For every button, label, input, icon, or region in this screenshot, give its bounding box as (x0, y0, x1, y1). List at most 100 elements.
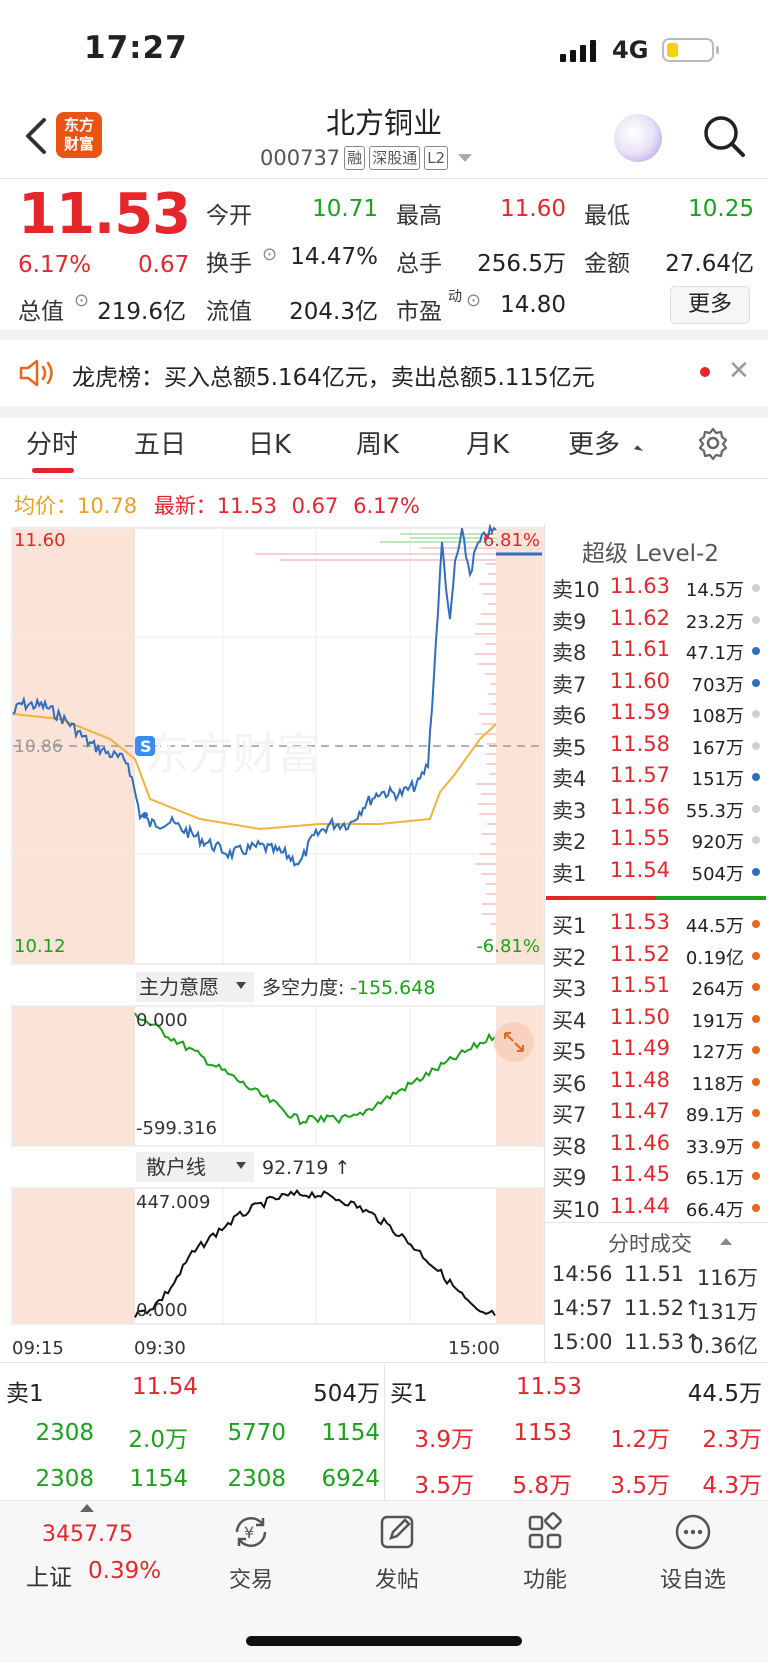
index-pct[interactable]: 0.39% (88, 1558, 161, 1584)
index-value[interactable]: 3457.75 (42, 1522, 133, 1547)
battery-level (667, 43, 678, 57)
bid-volume: 44.5万 (685, 916, 744, 937)
low-value: 10.25 (688, 196, 754, 222)
amount-value: 27.64亿 (665, 251, 754, 277)
nav-trade[interactable]: ¥ 交易 (206, 1510, 296, 1594)
info-icon[interactable]: ⊙ (74, 290, 89, 311)
flag-letter: S (140, 737, 152, 756)
edit-icon (380, 1515, 414, 1549)
indicator1-selector[interactable]: 主力意愿 (139, 975, 219, 999)
indicator2-value: 92.719 ↑ (262, 1157, 350, 1179)
nav-post[interactable]: 发帖 (352, 1510, 442, 1594)
volume-value: 256.5万 (477, 251, 566, 277)
nav-add-watchlist-label: 设自选 (659, 1568, 726, 1593)
info-icon[interactable]: ⊙ (466, 290, 481, 311)
ask-price[interactable]: 11.61 (580, 637, 670, 661)
home-indicator[interactable] (246, 1636, 522, 1646)
news-ticker[interactable]: 龙虎榜：买入总额5.164亿元，卖出总额5.115亿元 (72, 358, 662, 392)
tab-five-day[interactable]: 五日 (134, 424, 186, 461)
intraday-chart[interactable]: 东方财富 S 11.60 10.12 10.86 6.81% -6.81% 主力… (0, 524, 545, 1364)
bottom-sell1-label: 卖1 (6, 1381, 44, 1407)
indicator1-top: 0.000 (136, 1010, 188, 1031)
bid-price[interactable]: 11.51 (580, 973, 670, 997)
nav-trade-label: 交易 (228, 1568, 273, 1593)
tab-more[interactable]: 更多 (568, 424, 620, 461)
network-type: 4G (612, 36, 649, 64)
ask-price[interactable]: 11.56 (580, 795, 670, 819)
bid-price[interactable]: 11.53 (580, 910, 670, 934)
bid-volume: 0.19亿 (685, 947, 744, 969)
ask-price[interactable]: 11.58 (580, 732, 670, 756)
tab-weekly[interactable]: 周K (356, 424, 399, 461)
bid-price[interactable]: 11.52 (580, 942, 670, 966)
bottom-sell-queue: 5770 (227, 1420, 286, 1446)
tab-monthly[interactable]: 月K (466, 424, 509, 461)
float-cap-label: 流值 (206, 299, 252, 325)
bid-price[interactable]: 11.47 (580, 1099, 670, 1123)
expand-button[interactable] (494, 1022, 534, 1062)
indicator1-label: 多空力度: (262, 977, 344, 999)
close-icon[interactable]: ✕ (728, 356, 750, 386)
tab-daily[interactable]: 日K (248, 424, 291, 461)
settings-gear-icon[interactable] (696, 426, 730, 460)
unread-dot (700, 367, 710, 377)
ask-dot (752, 773, 760, 781)
speaker-icon (19, 359, 53, 387)
info-icon[interactable]: ⊙ (262, 244, 277, 265)
bottom-buy-queue: 1.2万 (610, 1427, 670, 1453)
status-time: 17:27 (84, 30, 188, 66)
bid-dot (752, 1014, 760, 1023)
bid-price[interactable]: 11.50 (580, 1005, 670, 1029)
more-dots-icon (675, 1514, 711, 1550)
bid-dot (752, 920, 760, 928)
search-icon[interactable] (700, 112, 748, 160)
ask-price[interactable]: 11.55 (580, 826, 670, 850)
bottom-buy-queue: 5.8万 (512, 1473, 572, 1499)
ask-price[interactable]: 11.60 (580, 669, 670, 693)
avg-label: 均价： (14, 494, 77, 518)
bid-dot (752, 1109, 760, 1117)
assistant-robot-icon[interactable] (614, 114, 662, 162)
bid-price[interactable]: 11.49 (580, 1036, 670, 1060)
bottom-buy-queue: 4.3万 (702, 1473, 762, 1499)
pe-value: 14.80 (500, 292, 566, 318)
ask-price[interactable]: 11.62 (580, 606, 670, 630)
high-value: 11.60 (500, 196, 566, 222)
bid-price[interactable]: 11.44 (580, 1194, 670, 1218)
ask-volume: 920万 (691, 832, 744, 853)
bottom-buy1-volume: 44.5万 (687, 1381, 762, 1407)
nav-add-watchlist[interactable]: 设自选 (648, 1510, 738, 1594)
nav-functions[interactable]: 功能 (500, 1510, 590, 1594)
ask-dot (752, 867, 760, 876)
tick-time: 14:57 (552, 1296, 613, 1320)
ticks-title[interactable]: 分时成交 (608, 1228, 692, 1258)
bottom-buy-queue: 1153 (513, 1420, 572, 1446)
bid-volume: 191万 (691, 1010, 744, 1032)
tick-volume: 116万 (696, 1266, 758, 1290)
tab-intraday[interactable]: 分时 (26, 424, 78, 461)
bid-dot (752, 983, 760, 991)
bid-dot (752, 1046, 760, 1054)
tick-time: 14:56 (552, 1262, 613, 1286)
latest-change: 0.67 (291, 494, 339, 518)
level2-title[interactable]: 超级 Level-2 (582, 534, 719, 568)
stock-code-row[interactable]: 000737 融 深股通 L2 (260, 146, 473, 170)
ask-price[interactable]: 11.59 (580, 700, 670, 724)
chart-min: 10.12 (14, 936, 66, 957)
high-label: 最高 (396, 203, 442, 229)
ask-dot (752, 804, 760, 813)
tab-more-caret-icon (633, 445, 644, 455)
bottom-sell-queue: 2308 (35, 1466, 94, 1492)
ask-price[interactable]: 11.57 (580, 763, 670, 787)
bid-price[interactable]: 11.46 (580, 1131, 670, 1155)
bid-price[interactable]: 11.45 (580, 1162, 670, 1186)
bid-price[interactable]: 11.48 (580, 1068, 670, 1092)
index-name[interactable]: 上证 (26, 1558, 72, 1592)
indicator2-selector[interactable]: 散户线 (146, 1155, 206, 1179)
bottom-buy1-label: 买1 (390, 1381, 428, 1407)
tick-volume: 0.36亿 (690, 1334, 758, 1358)
bottom-sell-queue: 2308 (227, 1466, 286, 1492)
more-button[interactable]: 更多 (670, 286, 750, 324)
ask-price[interactable]: 11.54 (580, 858, 670, 882)
ask-price[interactable]: 11.63 (580, 574, 670, 598)
